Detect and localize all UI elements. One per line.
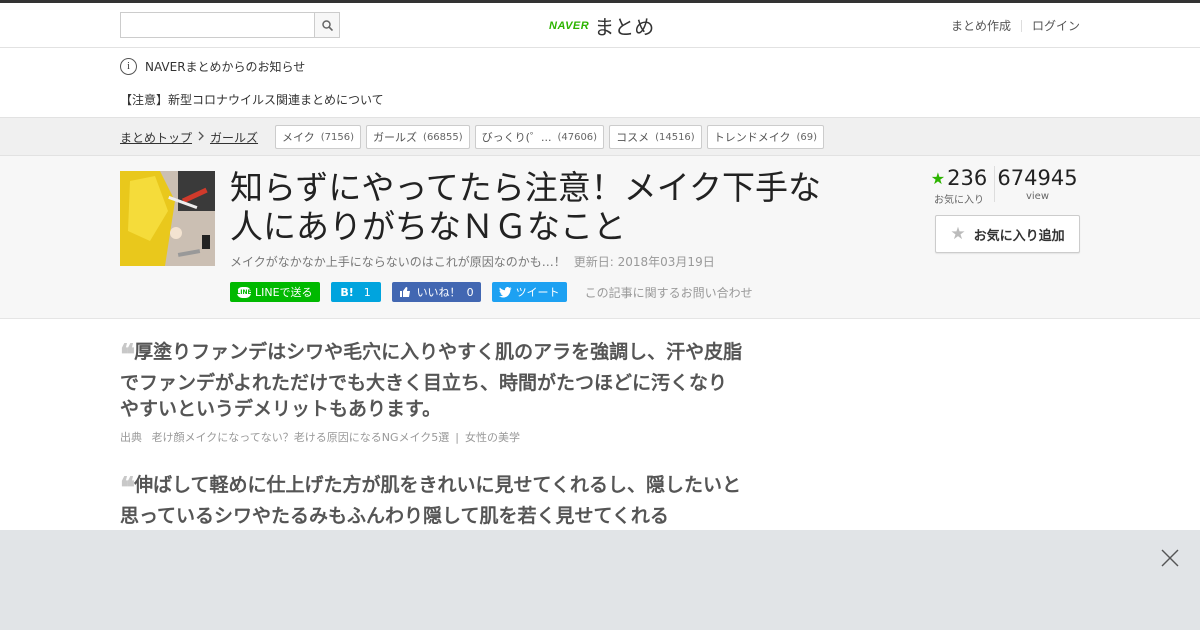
- favorites-count: 236: [947, 166, 988, 190]
- article-stats: ★ 236 お気に入り 674945 view: [924, 166, 1080, 206]
- tag-label: ガールズ: [373, 131, 418, 144]
- site-header: NAVER まとめ まとめ作成 ログイン: [0, 3, 1200, 48]
- tweet-button[interactable]: ツイート: [491, 282, 567, 302]
- add-favorite-label: お気に入り追加: [973, 228, 1065, 244]
- article-thumbnail: [120, 171, 215, 266]
- divider: [1020, 19, 1022, 32]
- updated-date: 更新日: 2018年03月19日: [573, 255, 715, 269]
- article-title: 知らずにやってたら注意！メイク下手な人にありがちなＮＧなこと: [230, 168, 822, 246]
- quote-source: 出典 老け顔メイクになってない？老ける原因になるNGメイク5選 | 女性の美学: [120, 430, 520, 444]
- tag-girls[interactable]: ガールズ (66855): [366, 125, 470, 149]
- breadcrumb-top-link[interactable]: まとめトップ: [120, 129, 192, 146]
- facebook-like-label: いいね！: [416, 286, 461, 299]
- thumbs-up-icon: [399, 287, 410, 297]
- facebook-like-button[interactable]: いいね！ 0: [391, 282, 481, 302]
- add-favorite-button[interactable]: ★ お気に入り追加: [935, 215, 1080, 253]
- tag-count: (47606): [557, 131, 598, 143]
- quote-text: 伸ばして軽めに仕上げた方が肌をきれいに見せてくれるし、隠したいと思っているシワや…: [120, 474, 741, 527]
- logo-name: まとめ: [594, 15, 655, 39]
- tag-list: メイク (7156) ガールズ (66855) びっくり(゜... (47606) コ…: [275, 125, 825, 149]
- tag-count: (14516): [655, 131, 695, 143]
- search-icon: [321, 19, 333, 31]
- views-label: view: [1025, 191, 1050, 202]
- views-stat: 674945 view: [994, 166, 1080, 202]
- breadcrumb-bar: まとめトップ ガールズ メイク (7156) ガールズ (66855) びっくり(゜…: [0, 118, 1200, 156]
- notice-area: i NAVERまとめからのお知らせ 【注意】新型コロナウイルス関連まとめについて: [0, 48, 1200, 118]
- ad-banner: [0, 530, 1200, 630]
- tag-surprise[interactable]: びっくり(゜... (47606): [474, 125, 605, 149]
- chevron-right-icon: [198, 131, 204, 144]
- tag-label: トレンドメイク: [713, 131, 791, 144]
- favorites-label: お気に入り: [934, 195, 984, 206]
- twitter-bird-icon: [498, 286, 512, 297]
- source-site: 女性の美学: [464, 430, 520, 444]
- tag-count: (66855): [423, 131, 463, 143]
- search-button[interactable]: [314, 12, 340, 38]
- article-meta: メイクがなかなか上手にならないのはこれが原因なのかも…！ 更新日: 2018年03…: [230, 253, 715, 270]
- quote-block: ❝ 厚塗りファンデはシワや毛穴に入りやすく肌のアラを強調し、汗や皮脂でファンデがよ…: [120, 339, 745, 445]
- tweet-label: ツイート: [515, 286, 560, 299]
- tag-count: (69): [796, 131, 818, 143]
- close-icon[interactable]: [1160, 548, 1180, 568]
- share-buttons: LINE LINEで送る B! 1 いいね！ 0 ツイート この記事に関するお問…: [230, 282, 753, 302]
- line-share-label: LINEで送る: [255, 286, 313, 299]
- star-icon: ★: [930, 168, 946, 188]
- breadcrumb-girls-link[interactable]: ガールズ: [210, 129, 258, 146]
- source-prefix: 出典: [120, 430, 142, 444]
- article-header: 知らずにやってたら注意！メイク下手な人にありがちなＮＧなこと メイクがなかなか上…: [0, 156, 1200, 319]
- contact-link[interactable]: この記事に関するお問い合わせ: [585, 284, 753, 301]
- tag-label: びっくり(゜...: [481, 131, 552, 144]
- star-icon: ★: [950, 224, 966, 244]
- views-count: 674945: [997, 166, 1078, 190]
- favorites-stat: ★ 236 お気に入り: [924, 166, 994, 206]
- notice-heading-text: NAVERまとめからのお知らせ: [145, 60, 306, 74]
- tag-label: メイク: [282, 131, 315, 144]
- hatena-icon: B!: [340, 285, 354, 299]
- quote-icon: ❝: [120, 473, 135, 504]
- tag-cosme[interactable]: コスメ (14516): [609, 125, 702, 149]
- article-description: メイクがなかなか上手にならないのはこれが原因なのかも…！: [230, 255, 566, 269]
- tag-count: (7156): [320, 131, 355, 143]
- search-input[interactable]: [120, 12, 315, 38]
- breadcrumb: まとめトップ ガールズ: [120, 129, 258, 146]
- site-logo[interactable]: NAVER まとめ: [549, 11, 654, 40]
- header-links: まとめ作成 ログイン: [951, 17, 1080, 34]
- login-link[interactable]: ログイン: [1032, 17, 1080, 34]
- facebook-like-count: 0: [466, 285, 474, 299]
- source-title-link[interactable]: 老け顔メイクになってない？老ける原因になるNGメイク5選: [152, 431, 450, 444]
- logo-brand: NAVER: [549, 19, 590, 32]
- quote-block: ❝ 伸ばして軽めに仕上げた方が肌をきれいに見せてくれるし、隠したいと思っているシワ…: [120, 472, 745, 529]
- notice-heading: i NAVERまとめからのお知らせ: [120, 58, 305, 75]
- quote-icon: ❝: [120, 340, 135, 371]
- quote-text: 厚塗りファンデはシワや毛穴に入りやすく肌のアラを強調し、汗や皮脂でファンデがよれ…: [120, 341, 743, 420]
- hatena-count: 1: [363, 285, 371, 299]
- create-matome-link[interactable]: まとめ作成: [951, 17, 1011, 34]
- tag-makeup[interactable]: メイク (7156): [275, 125, 362, 149]
- line-icon: LINE: [236, 286, 252, 298]
- info-icon: i: [120, 58, 137, 75]
- article-body: ❝ 厚塗りファンデはシワや毛穴に入りやすく肌のアラを強調し、汗や皮脂でファンデがよ…: [0, 319, 1200, 530]
- hatena-bookmark-button[interactable]: B! 1: [330, 282, 381, 302]
- line-share-button[interactable]: LINE LINEで送る: [230, 282, 320, 302]
- tag-label: コスメ: [616, 131, 650, 144]
- notice-item-link[interactable]: 【注意】新型コロナウイルス関連まとめについて: [120, 91, 384, 108]
- tag-trend-makeup[interactable]: トレンドメイク (69): [706, 125, 825, 149]
